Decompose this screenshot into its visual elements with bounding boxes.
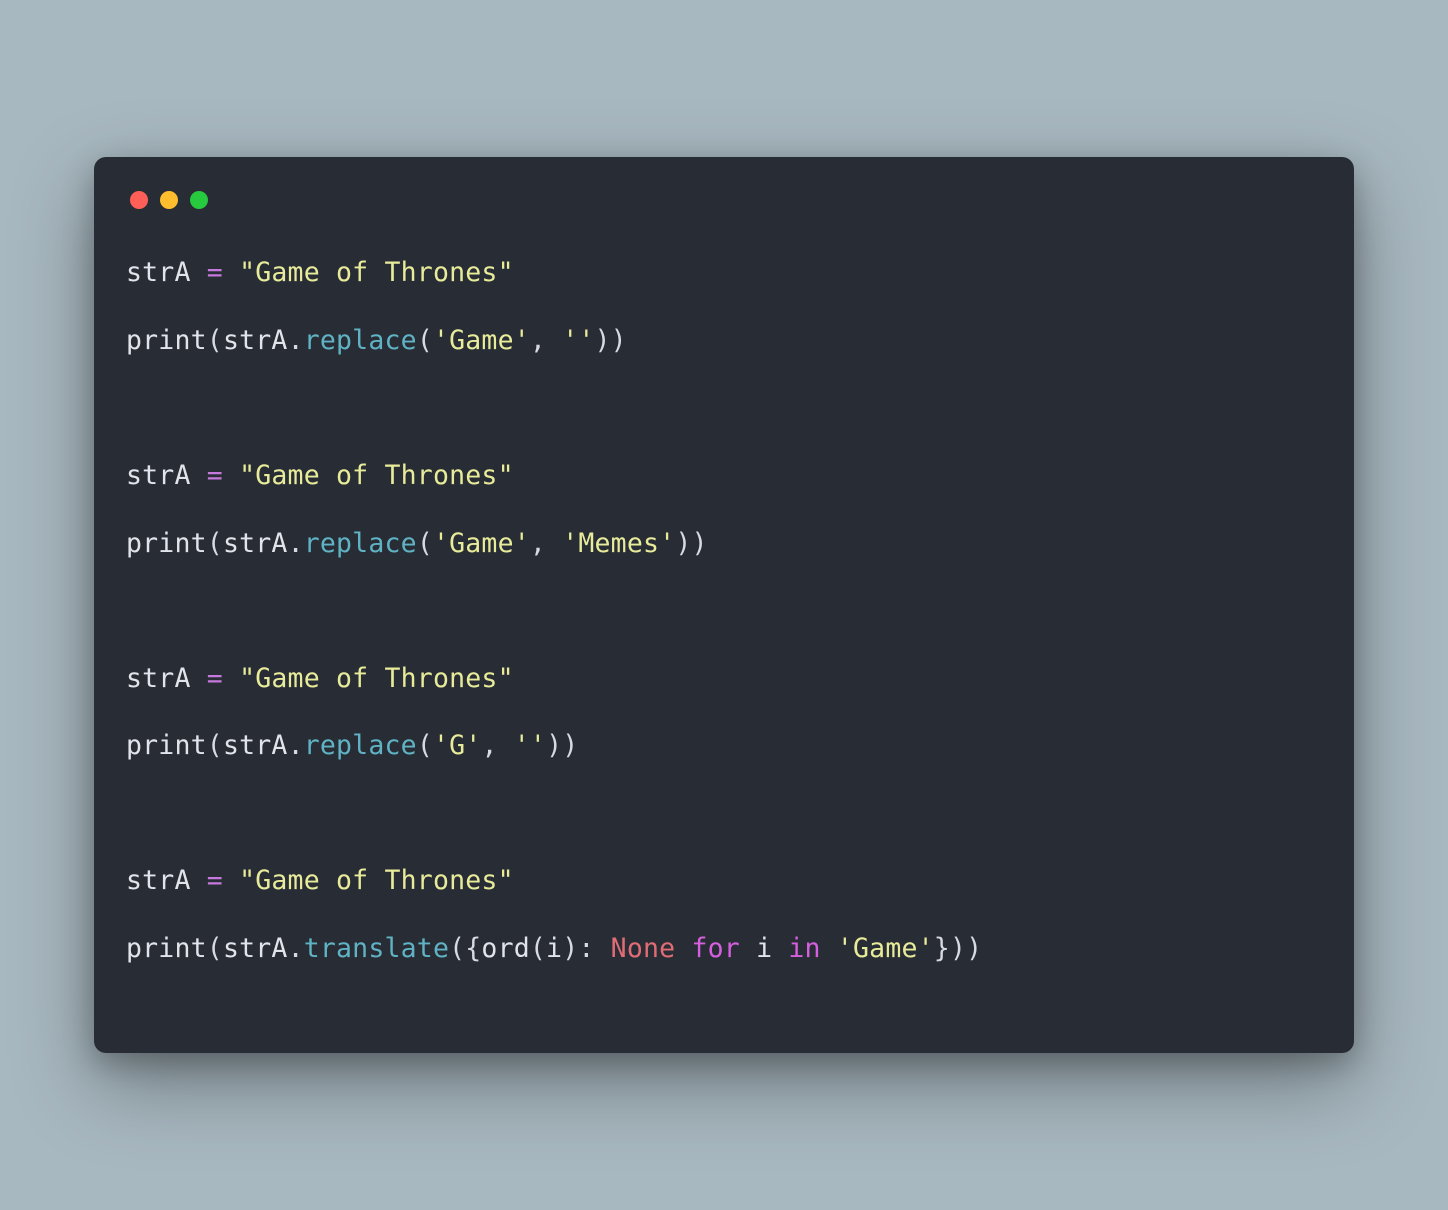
code-line: print(strA.replace('Game', 'Memes')) (126, 510, 1322, 578)
code-token: )) (675, 528, 707, 559)
code-token (223, 865, 239, 896)
code-block: strA = "Game of Thrones"print(strA.repla… (126, 239, 1322, 982)
code-token: = (207, 663, 223, 694)
code-line: strA = "Game of Thrones" (126, 442, 1322, 510)
code-token: . (288, 325, 304, 356)
code-token: . (288, 730, 304, 761)
code-token: ( (207, 730, 223, 761)
code-line: strA = "Game of Thrones" (126, 239, 1322, 307)
code-token: = (207, 257, 223, 288)
code-token: . (288, 933, 304, 964)
code-token: strA (126, 460, 207, 491)
code-token: print (126, 933, 207, 964)
code-token: strA (223, 730, 288, 761)
code-token: 'Memes' (562, 528, 675, 559)
code-token (821, 933, 837, 964)
code-token: })) (934, 933, 982, 964)
code-token: ({ (449, 933, 481, 964)
code-token: for (691, 933, 739, 964)
code-token: ord (481, 933, 529, 964)
window-titlebar (126, 187, 1322, 239)
code-token: replace (304, 325, 417, 356)
code-token: in (788, 933, 820, 964)
code-token: translate (304, 933, 449, 964)
code-token (675, 933, 691, 964)
code-line (126, 780, 1322, 848)
code-token: print (126, 528, 207, 559)
code-token (223, 460, 239, 491)
code-line: strA = "Game of Thrones" (126, 847, 1322, 915)
code-token: "Game of Thrones" (239, 663, 514, 694)
code-token: 'G' (433, 730, 481, 761)
code-token: ( (530, 933, 546, 964)
code-token: ): (562, 933, 610, 964)
code-token: , (530, 325, 562, 356)
code-token: )) (595, 325, 627, 356)
code-token: ( (207, 325, 223, 356)
code-token: = (207, 865, 223, 896)
code-token: ( (417, 730, 433, 761)
code-line: strA = "Game of Thrones" (126, 645, 1322, 713)
code-token: strA (126, 865, 207, 896)
code-token: print (126, 325, 207, 356)
code-token: i (546, 933, 562, 964)
code-token: , (481, 730, 513, 761)
code-token: "Game of Thrones" (239, 257, 514, 288)
code-token: )) (546, 730, 578, 761)
code-line: print(strA.translate({ord(i): None for i… (126, 915, 1322, 983)
code-token: None (611, 933, 676, 964)
code-token: replace (304, 730, 417, 761)
code-token: "Game of Thrones" (239, 460, 514, 491)
code-token: ( (207, 528, 223, 559)
code-line (126, 375, 1322, 443)
code-token: . (288, 528, 304, 559)
code-token: print (126, 730, 207, 761)
editor-window: strA = "Game of Thrones"print(strA.repla… (94, 157, 1354, 1052)
code-line: print(strA.replace('G', '')) (126, 712, 1322, 780)
code-token (740, 933, 756, 964)
code-token: 'Game' (837, 933, 934, 964)
code-token (223, 257, 239, 288)
code-token (223, 663, 239, 694)
maximize-icon[interactable] (190, 191, 208, 209)
code-token: '' (514, 730, 546, 761)
minimize-icon[interactable] (160, 191, 178, 209)
code-token: i (756, 933, 772, 964)
code-token: ( (207, 933, 223, 964)
close-icon[interactable] (130, 191, 148, 209)
code-token: 'Game' (433, 325, 530, 356)
code-token: strA (223, 933, 288, 964)
code-token: = (207, 460, 223, 491)
code-token (772, 933, 788, 964)
code-line: print(strA.replace('Game', '')) (126, 307, 1322, 375)
code-token: 'Game' (433, 528, 530, 559)
code-token: strA (126, 663, 207, 694)
code-token: strA (223, 325, 288, 356)
code-line (126, 577, 1322, 645)
code-token: ( (417, 528, 433, 559)
code-token: "Game of Thrones" (239, 865, 514, 896)
code-token: replace (304, 528, 417, 559)
code-token: , (530, 528, 562, 559)
code-token: '' (562, 325, 594, 356)
code-token: ( (417, 325, 433, 356)
code-token: strA (223, 528, 288, 559)
code-token: strA (126, 257, 207, 288)
